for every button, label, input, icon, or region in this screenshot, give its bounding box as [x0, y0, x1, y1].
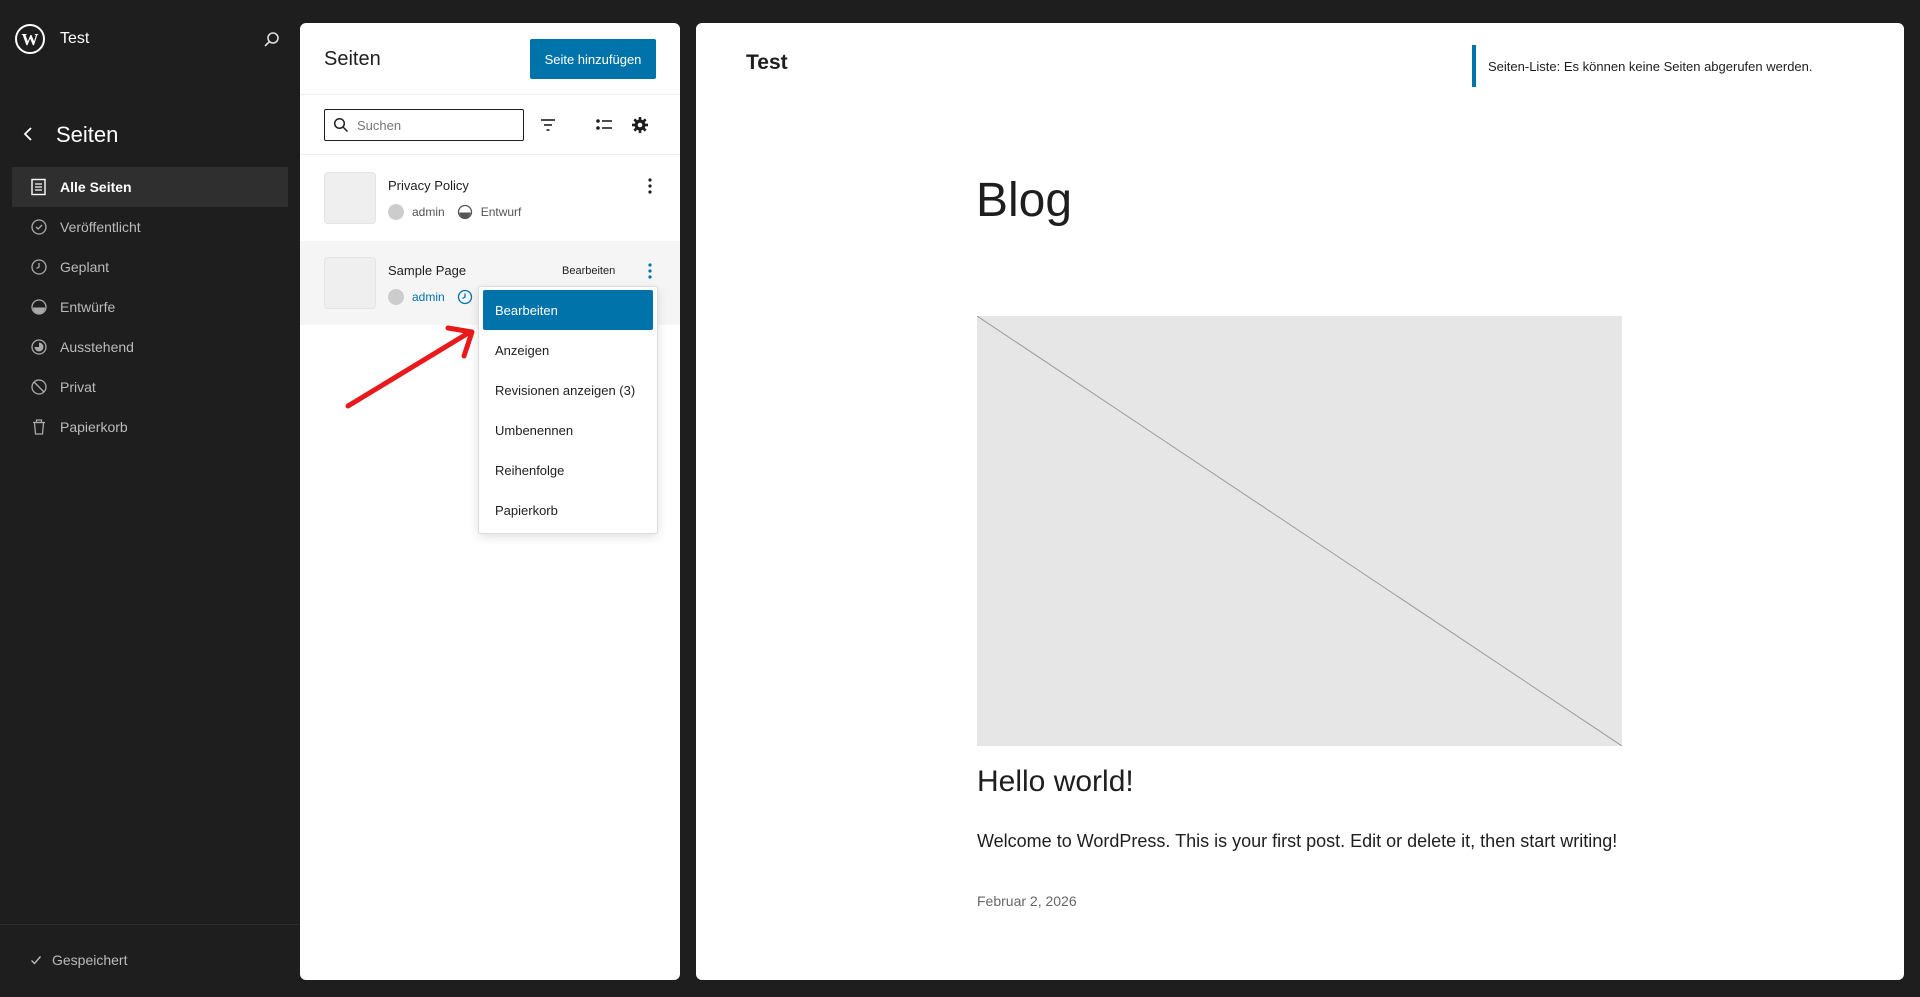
page-author: admin	[412, 290, 445, 304]
sidebar-item-label: Ausstehend	[60, 339, 134, 355]
add-page-button[interactable]: Seite hinzufügen	[530, 39, 656, 79]
trash-icon	[33, 419, 45, 435]
page-thumbnail[interactable]	[324, 257, 376, 309]
sidebar-item-label: Alle Seiten	[60, 179, 132, 195]
sidebar-item-all-pages[interactable]: Alle Seiten	[12, 167, 288, 207]
page-meta: admin Entwurf	[388, 204, 521, 220]
sidebar-item-label: Privat	[60, 379, 96, 395]
post-date: Februar 2, 2026	[977, 893, 1077, 909]
sidebar-nav: Alle Seiten Veröffentlicht Geplant Entwü…	[12, 167, 288, 447]
sidebar-footer-divider	[0, 924, 300, 925]
page-thumbnail[interactable]	[324, 172, 376, 224]
error-notice: Seiten-Liste: Es können keine Seiten abg…	[1472, 45, 1832, 87]
gear-icon[interactable]	[630, 115, 650, 135]
annotation-arrow-icon	[345, 325, 475, 409]
image-placeholder	[977, 316, 1622, 746]
menu-item-revisions[interactable]: Revisionen anzeigen (3)	[483, 370, 653, 410]
search-icon	[333, 117, 349, 133]
menu-item-rename[interactable]: Umbenennen	[483, 410, 653, 450]
svg-text:W: W	[22, 30, 39, 49]
menu-item-order[interactable]: Reihenfolge	[483, 450, 653, 490]
search-icon[interactable]	[262, 30, 282, 50]
published-icon	[31, 219, 47, 235]
menu-item-trash[interactable]: Papierkorb	[483, 490, 653, 530]
sidebar-title: Seiten	[56, 122, 119, 147]
sidebar-item-label: Veröffentlicht	[60, 219, 141, 235]
sidebar-item-drafts[interactable]: Entwürfe	[12, 287, 288, 327]
sidebar-item-scheduled[interactable]: Geplant	[12, 247, 288, 287]
edit-link[interactable]: Bearbeiten	[562, 265, 615, 277]
blog-heading: Blog	[976, 174, 1073, 227]
site-editor: W Test Seiten Alle Seiten Veröffentlicht…	[0, 0, 1920, 997]
save-status-label: Gespeichert	[52, 952, 128, 968]
avatar	[388, 289, 404, 305]
page-status: Entwurf	[480, 205, 522, 219]
private-icon	[31, 379, 47, 395]
sidebar: W Test Seiten Alle Seiten Veröffentlicht…	[0, 0, 300, 997]
pages-icon	[31, 178, 46, 196]
page-actions-menu: Bearbeiten Anzeigen Revisionen anzeigen …	[478, 286, 658, 534]
save-status: Gespeichert	[30, 952, 127, 968]
notice-text: Seiten-Liste: Es können keine Seiten abg…	[1488, 58, 1813, 74]
search-input[interactable]	[357, 117, 517, 133]
search-field[interactable]	[324, 109, 524, 141]
preview-site-title: Test	[746, 51, 788, 74]
menu-item-view[interactable]: Anzeigen	[483, 330, 653, 370]
sidebar-item-published[interactable]: Veröffentlicht	[12, 207, 288, 247]
post-title: Hello world!	[977, 765, 1134, 798]
page-title[interactable]: Privacy Policy	[388, 178, 469, 193]
filter-icon[interactable]	[538, 115, 558, 135]
sidebar-item-private[interactable]: Privat	[12, 367, 288, 407]
wordpress-logo-icon[interactable]: W	[15, 24, 45, 54]
page-title[interactable]: Sample Page	[388, 263, 466, 278]
sidebar-item-label: Entwürfe	[60, 299, 116, 315]
sidebar-item-trash[interactable]: Papierkorb	[12, 407, 288, 447]
menu-item-edit[interactable]: Bearbeiten	[483, 290, 653, 330]
page-author: admin	[412, 205, 445, 219]
sidebar-item-label: Geplant	[60, 259, 110, 275]
page-meta: admin	[388, 289, 481, 305]
scheduled-icon	[457, 289, 472, 305]
avatar	[388, 204, 404, 220]
site-name[interactable]: Test	[60, 30, 89, 48]
more-actions-icon[interactable]	[640, 261, 660, 281]
post-excerpt: Welcome to WordPress. This is your first…	[977, 831, 1618, 851]
panel-header: Seiten Seite hinzufügen	[300, 23, 680, 95]
pending-icon	[31, 339, 47, 355]
list-toolbar	[300, 95, 680, 155]
sidebar-item-pending[interactable]: Ausstehend	[12, 327, 288, 367]
draft-icon	[457, 204, 472, 220]
draft-icon	[31, 299, 47, 315]
checkmark-icon	[31, 956, 42, 965]
more-actions-icon[interactable]	[640, 176, 660, 196]
site-preview: Test Seiten-Liste: Es können keine Seite…	[696, 23, 1904, 980]
list-view-icon[interactable]	[594, 115, 614, 135]
panel-title: Seiten	[324, 48, 381, 70]
back-arrow-icon[interactable]	[18, 124, 38, 144]
page-row[interactable]: Privacy Policy admin Entwurf	[300, 156, 680, 240]
scheduled-icon	[31, 259, 47, 275]
sidebar-item-label: Papierkorb	[60, 419, 128, 435]
